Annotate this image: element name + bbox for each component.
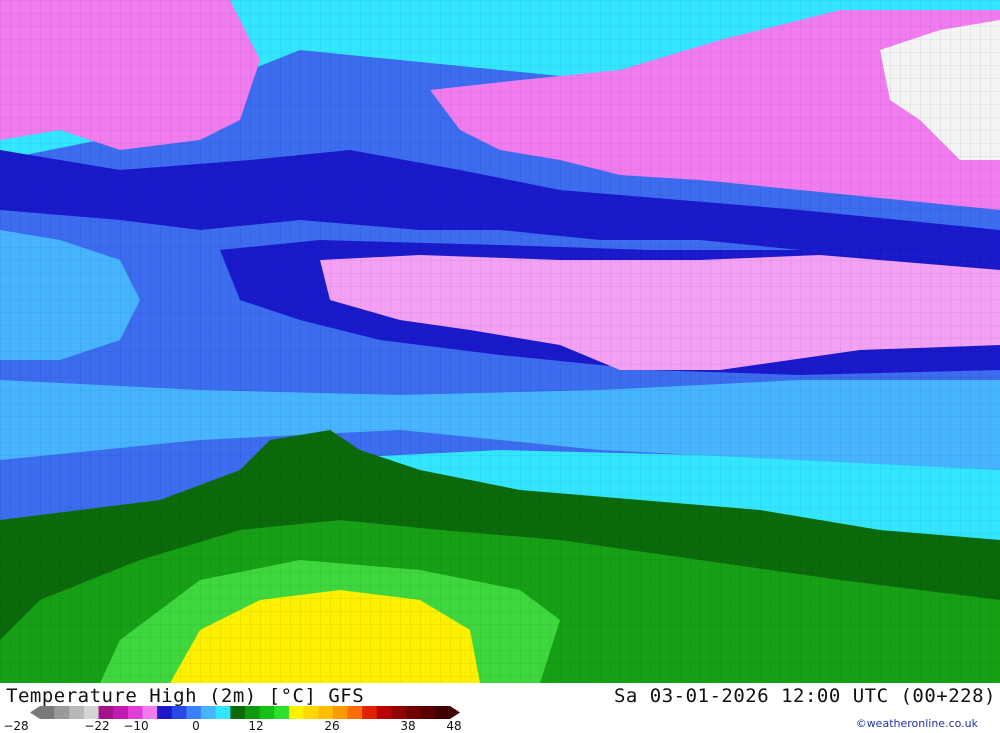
color-scale-bar	[30, 706, 460, 719]
scale-swatch	[69, 706, 85, 719]
scale-swatch	[391, 706, 407, 719]
scale-swatch	[171, 706, 187, 719]
scale-swatch	[303, 706, 319, 719]
scale-swatch	[347, 706, 363, 719]
scale-tick-label: 38	[400, 719, 416, 733]
scale-swatch	[420, 706, 436, 719]
scale-swatch	[245, 706, 261, 719]
scale-swatch	[274, 706, 290, 719]
scale-tick-label: 48	[446, 719, 462, 733]
scale-swatch	[376, 706, 392, 719]
scale-tick-label: 26	[324, 719, 340, 733]
scale-swatch	[259, 706, 275, 719]
scale-swatch	[83, 706, 100, 719]
map-title: Temperature High (2m) [°C] GFS	[6, 685, 365, 707]
scale-swatch	[30, 706, 55, 719]
scale-swatch	[157, 706, 173, 719]
scale-swatch	[113, 706, 129, 719]
footer-bar: Temperature High (2m) [°C] GFS Sa 03-01-…	[0, 683, 1000, 733]
scale-tick-label: −10	[123, 719, 149, 733]
scale-swatch	[435, 706, 460, 719]
scale-swatch	[54, 706, 70, 719]
scale-swatch	[98, 706, 114, 719]
scale-tick-label: 0	[192, 719, 200, 733]
scale-swatch	[406, 706, 422, 719]
scale-swatch	[215, 706, 231, 719]
scale-swatch	[362, 706, 378, 719]
scale-swatch	[201, 706, 217, 719]
grid-overlay	[0, 0, 1000, 683]
scale-tick-label: 12	[248, 719, 264, 733]
temperature-map	[0, 0, 1000, 683]
scale-swatch	[230, 706, 246, 719]
scale-swatch	[318, 706, 334, 719]
scale-tick-label: −28	[3, 719, 29, 733]
scale-swatch	[127, 706, 143, 719]
scale-swatch	[288, 706, 305, 719]
credit-link[interactable]: ©weatheronline.co.uk	[856, 717, 978, 730]
scale-swatch	[186, 706, 202, 719]
scale-swatch	[332, 706, 348, 719]
scale-tick-label: −22	[84, 719, 110, 733]
scale-swatch	[142, 706, 158, 719]
forecast-datetime: Sa 03-01-2026 12:00 UTC (00+228)	[613, 685, 996, 707]
